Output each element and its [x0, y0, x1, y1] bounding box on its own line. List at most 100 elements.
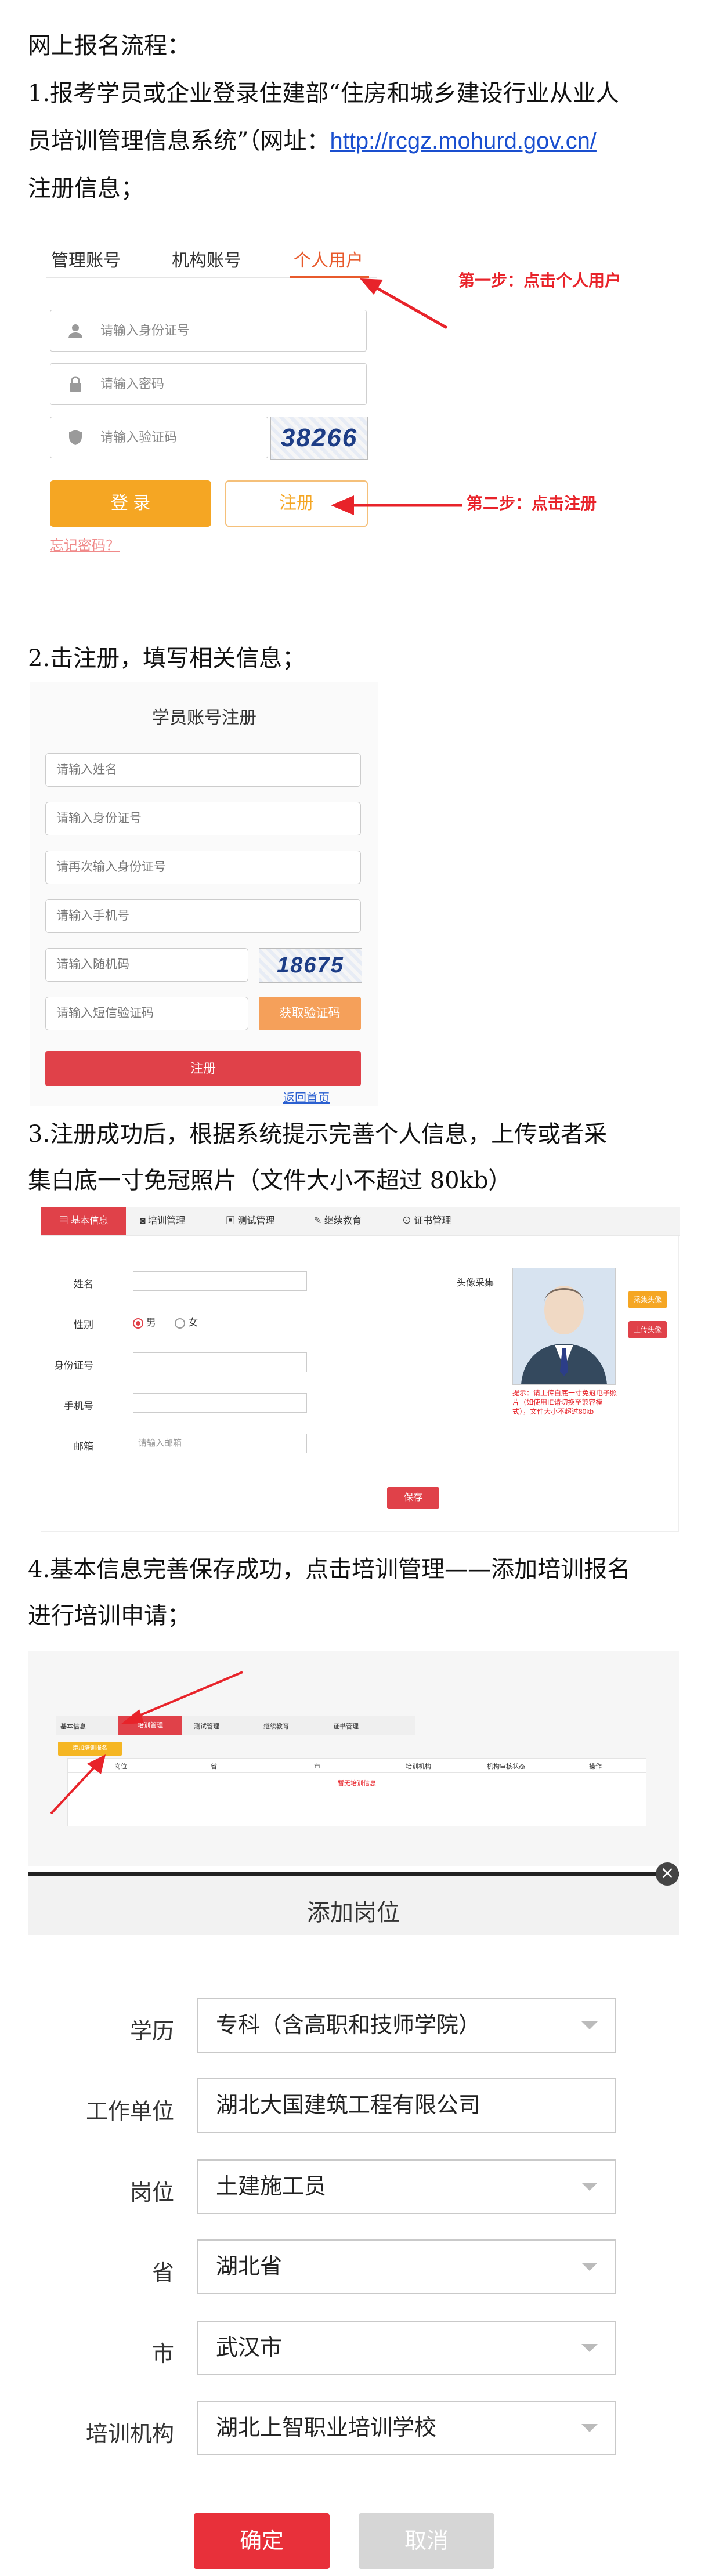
nav-continuing-ed[interactable]: 继续教育 [263, 1721, 289, 1731]
random-code-field[interactable]: 请输入随机码 [45, 948, 248, 982]
step1-text-prefix: 员培训管理信息系统”（网址： [28, 128, 330, 154]
confirm-button[interactable]: 确定 [194, 2513, 330, 2569]
nav-continuing-ed[interactable]: ✎ 继续教育 [314, 1207, 362, 1235]
radio-female[interactable]: 女 [175, 1317, 198, 1329]
empty-message: 暂无培训信息 [338, 1780, 376, 1787]
education-label: 学历 [129, 2020, 174, 2044]
chevron-down-icon [581, 2424, 598, 2432]
name-label: 姓名 [74, 1279, 93, 1290]
step4-text-line2: 进行培训申请； [28, 1602, 190, 1629]
nav-certificates[interactable]: ⊙ 证书管理 [402, 1207, 451, 1235]
chevron-down-icon [581, 2344, 598, 2352]
photo-tip: 提示：请上传白底一寸免冠电子照片（如使用IE请切换至兼容模式），文件大小不超过8… [512, 1389, 617, 1416]
training-org-select[interactable]: 湖北上智职业培训学校 [197, 2401, 616, 2455]
upload-photo-button[interactable]: 上传头像 [628, 1321, 667, 1338]
post-select[interactable]: 土建施工员 [197, 2159, 616, 2214]
arrow-to-register-button [331, 495, 462, 515]
employer-input[interactable]: 湖北大国建筑工程有限公司 [197, 2078, 616, 2133]
shield-icon [69, 430, 82, 445]
gender-label: 性别 [74, 1319, 93, 1330]
photo-label: 头像采集 [457, 1278, 494, 1288]
captcha-field[interactable]: 请输入验证码 [50, 417, 268, 458]
person-silhouette-icon [521, 1286, 607, 1384]
col-post: 岗位 [114, 1763, 127, 1770]
close-icon[interactable]: × [656, 1862, 679, 1886]
get-code-button[interactable]: 获取验证码 [259, 997, 361, 1030]
user-icon [68, 324, 82, 338]
col-org: 培训机构 [406, 1763, 431, 1770]
id-input[interactable] [133, 1352, 307, 1372]
step3-text-line2: 集白底一寸免冠照片（文件大小不超过 80kb） [28, 1167, 512, 1194]
login-button[interactable]: 登 录 [50, 480, 211, 527]
step4-text-line1: 4.基本信息完善保存成功，点击培训管理——添加培训报名 [28, 1556, 631, 1583]
collect-photo-button[interactable]: 采集头像 [628, 1291, 667, 1308]
document-icon: ▤ [59, 1216, 71, 1226]
phone-input[interactable] [133, 1393, 307, 1413]
profile-panel: ▤ 基本信息 ◙ 培训管理 ▣ 测试管理 ✎ 继续教育 ⊙ 证书管理 姓名 性别… [41, 1207, 680, 1532]
avatar [512, 1268, 616, 1385]
arrow-to-add-button [50, 1754, 106, 1815]
arrow-to-personal-tab [360, 278, 448, 330]
step1-note: 第一步：点击个人用户 [458, 272, 621, 290]
radio-male[interactable]: 男 [133, 1317, 156, 1329]
name-field[interactable]: 请输入姓名 [45, 753, 361, 787]
training-table: 岗位 省 市 培训机构 机构审核状态 操作 暂无培训信息 [67, 1758, 646, 1826]
phone-label: 手机号 [64, 1401, 93, 1412]
cancel-button[interactable]: 取消 [359, 2513, 494, 2569]
edit-icon: ✎ [314, 1216, 324, 1226]
tab-admin-account[interactable]: 管理账号 [51, 246, 121, 272]
system-url-link[interactable]: http://rcgz.mohurd.gov.cn/ [330, 128, 596, 154]
col-action: 操作 [589, 1763, 602, 1770]
city-select[interactable]: 武汉市 [197, 2321, 616, 2375]
add-post-modal: 添加岗位 × 学历 专科（含高职和技师学院） 工作单位 湖北大国建筑工程有限公司… [28, 1862, 679, 2576]
email-label: 邮箱 [74, 1441, 93, 1452]
step1-text-line2: 员培训管理信息系统”（网址：http://rcgz.mohurd.gov.cn/ [28, 118, 678, 164]
captcha-image[interactable]: 38266 [270, 417, 368, 460]
table-header-row: 岗位 省 市 培训机构 机构审核状态 操作 [68, 1759, 646, 1773]
captcha-image[interactable]: 18675 [259, 948, 362, 983]
employer-label: 工作单位 [85, 2100, 174, 2124]
step1-text-line1: 1.报考学员或企业登录住建部“住房和城乡建设行业从业人 [28, 80, 619, 107]
save-button[interactable]: 保存 [387, 1487, 439, 1509]
phone-field[interactable]: 请输入手机号 [45, 899, 361, 933]
nav-training[interactable]: ◙ 培训管理 [140, 1207, 185, 1235]
gender-radio-group: 男 女 [133, 1314, 198, 1329]
sms-code-field[interactable]: 请输入短信验证码 [45, 997, 248, 1030]
col-province: 省 [211, 1763, 217, 1770]
step2-text: 2.击注册，填写相关信息； [28, 645, 306, 672]
tab-org-account[interactable]: 机构账号 [172, 246, 241, 272]
province-label: 省 [151, 2261, 174, 2285]
chevron-down-icon [581, 2183, 598, 2191]
step3-text-line1: 3.注册成功后，根据系统提示完善个人信息，上传或者采 [28, 1121, 608, 1148]
back-home-link[interactable]: 返回首页 [283, 1088, 330, 1105]
arrow-to-training-tab [121, 1671, 243, 1724]
register-panel: 学员账号注册 请输入姓名 请输入身份证号 请再次输入身份证号 请输入手机号 请输… [30, 682, 378, 1106]
nav-basic-info[interactable]: 基本信息 [60, 1721, 86, 1731]
id-number-field[interactable]: 请输入身份证号 [45, 802, 361, 835]
province-select[interactable]: 湖北省 [197, 2239, 616, 2294]
clipboard-icon: ▣ [226, 1216, 238, 1226]
nav-testing[interactable]: ▣ 测试管理 [226, 1207, 274, 1235]
nav-certificates[interactable]: 证书管理 [333, 1721, 359, 1731]
training-org-label: 培训机构 [85, 2422, 174, 2447]
top-nav: ▤ 基本信息 ◙ 培训管理 ▣ 测试管理 ✎ 继续教育 ⊙ 证书管理 [41, 1207, 680, 1236]
post-label: 岗位 [129, 2181, 174, 2205]
password-field[interactable]: 请输入密码 [50, 363, 367, 405]
col-city: 市 [314, 1763, 320, 1770]
name-input[interactable] [133, 1271, 307, 1291]
email-input[interactable]: 请输入邮箱 [133, 1434, 307, 1453]
nav-basic-info[interactable]: ▤ 基本信息 [41, 1207, 126, 1235]
forgot-password-link[interactable]: 忘记密码？ [50, 534, 120, 554]
confirm-id-field[interactable]: 请再次输入身份证号 [45, 851, 361, 884]
modal-title: 添加岗位 [307, 1900, 400, 1926]
education-select[interactable]: 专科（含高职和技师学院） [197, 1998, 616, 2053]
page-heading: 网上报名流程： [28, 32, 190, 59]
id-label: 身份证号 [54, 1360, 93, 1371]
certificate-icon: ⊙ [402, 1216, 414, 1226]
city-label: 市 [151, 2342, 174, 2367]
id-number-field[interactable]: 请输入身份证号 [50, 310, 367, 352]
lock-icon [70, 376, 81, 392]
submit-register-button[interactable]: 注册 [45, 1051, 361, 1086]
step2-note: 第二步：点击注册 [467, 494, 597, 512]
training-management-panel: 基本信息 培训管理 测试管理 继续教育 证书管理 添加培训报名 岗位 省 市 培… [28, 1651, 679, 1866]
